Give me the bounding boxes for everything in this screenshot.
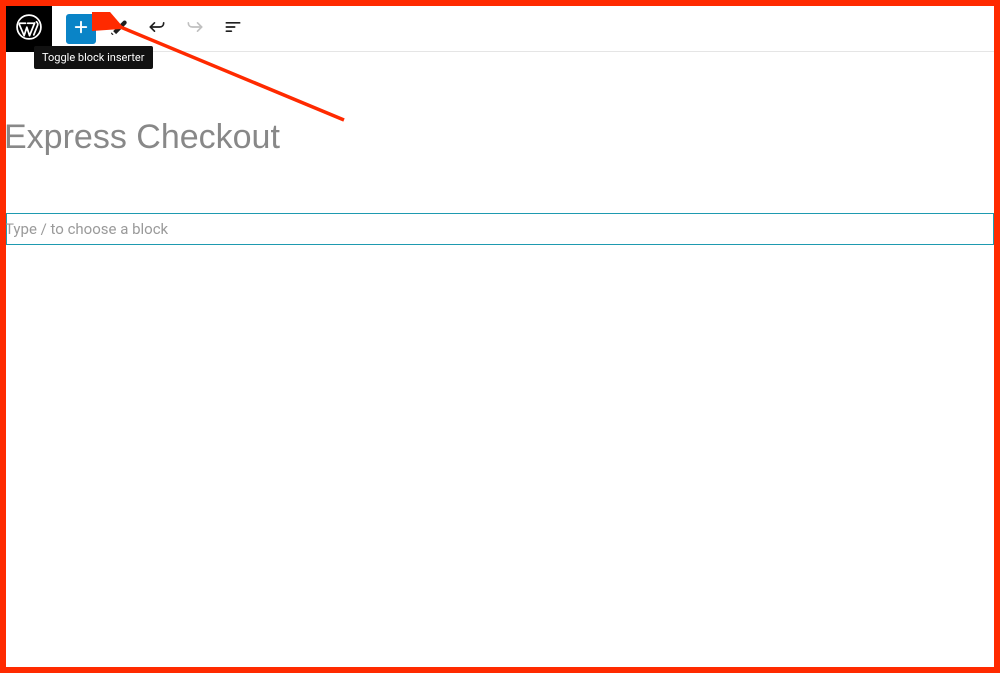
toggle-block-inserter-button[interactable] xyxy=(66,14,96,44)
block-inserter-tooltip: Toggle block inserter xyxy=(34,46,153,69)
primary-toolbar xyxy=(52,14,248,44)
undo-button[interactable] xyxy=(142,14,172,44)
editor-frame: Toggle block inserter Express Checkout xyxy=(0,0,1000,673)
block-placeholder-input[interactable] xyxy=(5,214,991,244)
post-title-wrapper: Express Checkout xyxy=(6,52,994,157)
document-outline-icon xyxy=(223,17,243,41)
redo-button[interactable] xyxy=(180,14,210,44)
post-title-input[interactable]: Express Checkout xyxy=(4,118,994,157)
plus-icon xyxy=(72,18,90,40)
tooltip-text: Toggle block inserter xyxy=(42,51,145,64)
undo-icon xyxy=(147,17,167,41)
default-block-appender[interactable] xyxy=(6,213,994,245)
redo-icon xyxy=(185,17,205,41)
tools-button[interactable] xyxy=(104,14,134,44)
wordpress-logo-icon xyxy=(16,14,42,44)
editor-top-toolbar xyxy=(6,6,994,52)
wordpress-dashboard-link[interactable] xyxy=(6,6,52,52)
pencil-icon xyxy=(109,17,129,41)
document-outline-button[interactable] xyxy=(218,14,248,44)
